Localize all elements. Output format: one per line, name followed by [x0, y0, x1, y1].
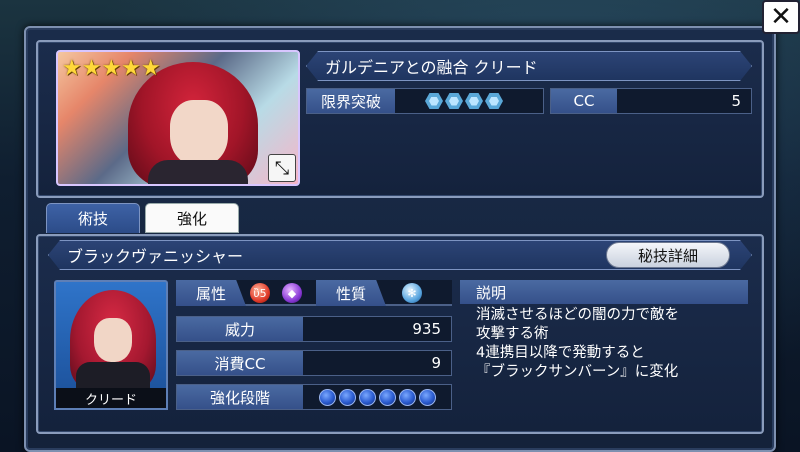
- description-text: 消滅させるほどの闇の力で敵を 攻撃する術 4連携目以降で発動すると 『ブラックサ…: [460, 304, 748, 408]
- skill-name: ブラックヴァニッシャー: [67, 247, 244, 266]
- tab-enhance[interactable]: 強化: [145, 203, 239, 233]
- limit-break-gem-icon: [465, 93, 483, 109]
- enhance-level-dot: [319, 388, 336, 406]
- close-button[interactable]: ✕: [762, 0, 800, 34]
- character-portrait: ★★★★★ ⤡: [56, 50, 300, 186]
- limit-break-gem-icon: [445, 93, 463, 109]
- description-line: 4連携目以降で発動すると: [476, 345, 645, 361]
- cc-row: CC 5: [550, 88, 752, 114]
- power-value: 935: [303, 317, 451, 341]
- enhance-level-label: 強化段階: [177, 385, 303, 409]
- cc-label: CC: [551, 89, 617, 113]
- attribute-bar: 属性 ὒ5 ◆ 性質 ✻: [176, 280, 452, 306]
- character-name: クリード: [54, 388, 168, 410]
- portrait-coat: [148, 160, 248, 184]
- description-line: 『ブラックサンバーン』に変化: [476, 364, 679, 380]
- enhance-level-dot: [339, 388, 356, 406]
- limit-break-label: 限界突破: [307, 89, 395, 113]
- cost-row: 消費CC 9: [176, 350, 452, 376]
- character-title-banner: ガルデニアとの融合 クリード: [306, 51, 752, 81]
- rarity-stars: ★★★★★: [62, 56, 161, 81]
- character-title: ガルデニアとの融合 クリード: [325, 58, 538, 77]
- limit-break-gem-icon: [485, 93, 503, 109]
- enhance-level-dot: [399, 388, 416, 406]
- power-label: 威力: [177, 317, 303, 341]
- description-label: 説明: [460, 280, 748, 304]
- description-line: 攻撃する術: [476, 326, 549, 342]
- power-row: 威力 935: [176, 316, 452, 342]
- cost-value: 9: [303, 351, 451, 375]
- expand-icon: ⤡: [274, 157, 290, 179]
- enhance-level-dot: [379, 388, 396, 406]
- description-line: 消滅させるほどの闇の力で敵を: [476, 307, 679, 323]
- limit-break-row: 限界突破: [306, 88, 544, 114]
- enhance-level-dot: [359, 388, 376, 406]
- fire-icon: ὒ5: [250, 283, 270, 303]
- dark-icon: ◆: [282, 283, 302, 303]
- expand-portrait-button[interactable]: ⤡: [268, 154, 296, 182]
- tab-arts[interactable]: 術技: [46, 203, 140, 233]
- enhance-level-row: 強化段階: [176, 384, 452, 410]
- secret-art-detail-button[interactable]: 秘技詳細: [606, 242, 730, 268]
- cc-value: 5: [617, 89, 751, 113]
- cost-label: 消費CC: [177, 351, 303, 375]
- enhance-level-dots: [303, 385, 451, 409]
- portrait-face: [170, 100, 228, 166]
- ice-icon: ✻: [402, 283, 422, 303]
- close-icon: ✕: [770, 2, 792, 32]
- limit-break-gems: [395, 89, 543, 113]
- limit-break-gem-icon: [425, 93, 443, 109]
- thumbnail-face: [94, 318, 132, 362]
- nature-label: 性質: [316, 280, 386, 306]
- enhance-level-dot: [419, 388, 436, 406]
- attribute-label: 属性: [176, 280, 246, 306]
